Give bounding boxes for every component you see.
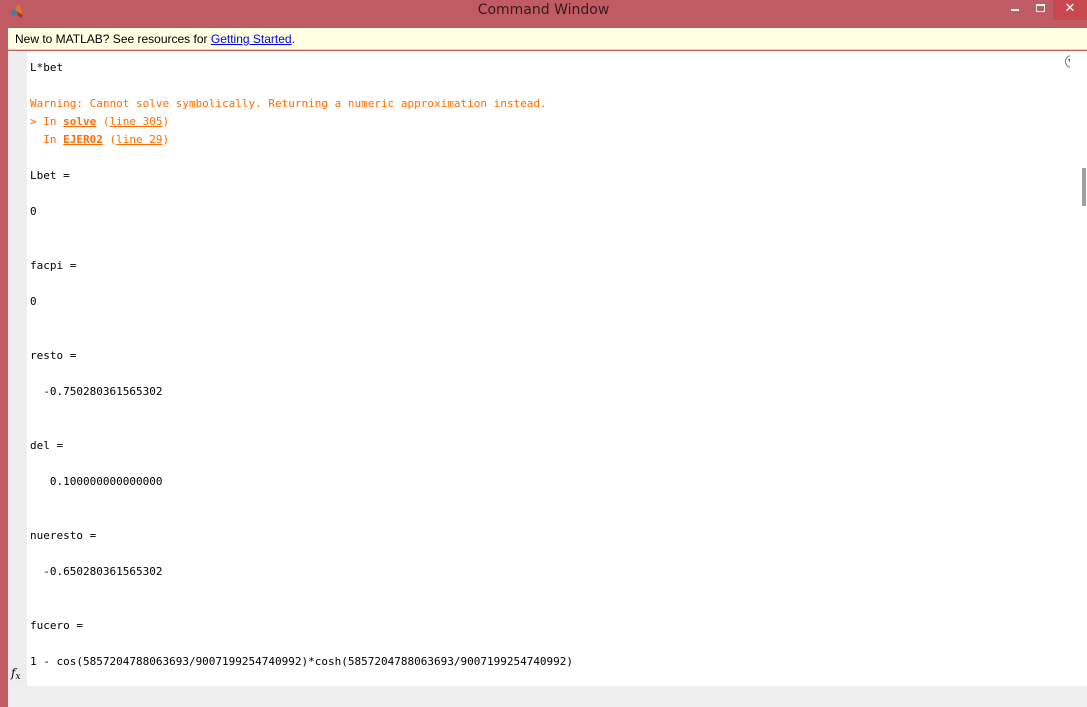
line-29-link[interactable]: line 29 bbox=[116, 133, 162, 146]
trace-paren-close: ) bbox=[162, 115, 170, 128]
ejer02-link[interactable]: EJER02 bbox=[63, 133, 103, 146]
warning-trace-line: In EJER02 (line 29) bbox=[30, 133, 169, 147]
variable-name: del = bbox=[30, 439, 64, 452]
warning-message: Warning: Cannot solve symbolically. Retu… bbox=[30, 97, 547, 110]
left-gutter: fx bbox=[8, 51, 27, 686]
variable-value: 0 bbox=[30, 205, 37, 218]
variable-value: -0.650280361565302 bbox=[30, 565, 163, 578]
maximize-button[interactable] bbox=[1028, 0, 1053, 20]
console-line: L*bet bbox=[30, 61, 64, 74]
trace-paren: ( bbox=[102, 133, 117, 146]
variable-value: -0.750280361565302 bbox=[30, 385, 163, 398]
getting-started-link[interactable]: Getting Started bbox=[211, 32, 292, 46]
variable-name: nueresto = bbox=[30, 529, 97, 542]
variable-name: Lbet = bbox=[30, 169, 70, 182]
command-window: Command Window ✕ New to MATLAB? See reso… bbox=[0, 0, 1087, 707]
info-bar-suffix: . bbox=[291, 32, 295, 46]
close-button[interactable]: ✕ bbox=[1053, 0, 1087, 20]
line-305-link[interactable]: line 305 bbox=[110, 115, 163, 128]
minimize-icon bbox=[1011, 9, 1019, 11]
info-bar: New to MATLAB? See resources for Getting… bbox=[8, 28, 1087, 50]
variable-name: resto = bbox=[30, 349, 77, 362]
variable-value: 1 - cos(5857204788063693/900719925474099… bbox=[30, 655, 574, 668]
trace-prefix: > In bbox=[30, 115, 64, 128]
variable-value: 0 bbox=[30, 295, 37, 308]
window-title: Command Window bbox=[477, 2, 610, 18]
vertical-scrollbar[interactable] bbox=[1070, 51, 1087, 686]
variable-value: 0.100000000000000 bbox=[30, 475, 163, 488]
close-icon: ✕ bbox=[1064, 1, 1076, 16]
maximize-icon bbox=[1036, 4, 1045, 12]
bottom-bar bbox=[8, 686, 1087, 707]
title-bar[interactable]: Command Window ✕ bbox=[0, 0, 1087, 24]
minimize-button[interactable] bbox=[1002, 0, 1028, 20]
info-bar-text: New to MATLAB? See resources for bbox=[15, 32, 211, 46]
console-text[interactable]: L*bet Warning: Cannot solve symbolically… bbox=[30, 51, 1070, 686]
variable-name: facpi = bbox=[30, 259, 77, 272]
scrollbar-thumb[interactable] bbox=[1082, 168, 1086, 206]
trace-paren: ( bbox=[96, 115, 110, 128]
variable-name: fucero = bbox=[30, 619, 83, 632]
warning-trace-line: > In solve (line 305) bbox=[30, 115, 169, 129]
command-output-area[interactable]: fx L*bet Warning: Cannot solve symbolica… bbox=[8, 51, 1087, 686]
solve-link[interactable]: solve bbox=[63, 115, 96, 128]
trace-paren-close: ) bbox=[162, 133, 170, 146]
trace-prefix: In bbox=[30, 133, 64, 146]
function-browser-icon[interactable]: fx bbox=[11, 666, 21, 682]
